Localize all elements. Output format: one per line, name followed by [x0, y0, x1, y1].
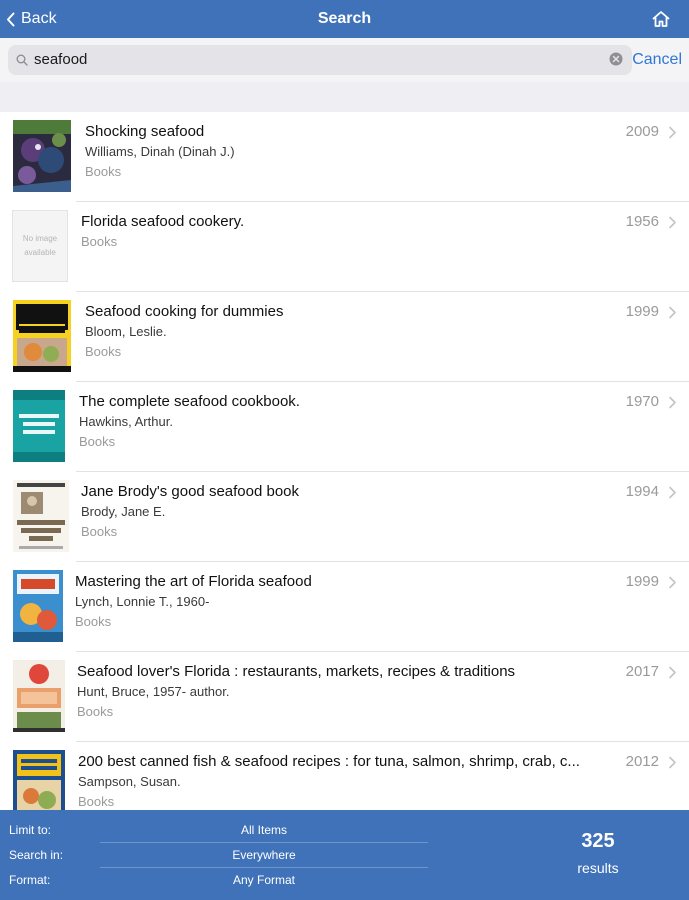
back-button[interactable]: Back	[6, 0, 57, 38]
list-item[interactable]: The complete seafood cookbook. Hawkins, …	[0, 382, 689, 472]
item-author: Brody, Jane E.	[81, 504, 166, 519]
limit-label: Limit to:	[9, 823, 52, 837]
chevron-right-icon	[669, 126, 676, 139]
book-cover	[13, 120, 71, 192]
results-list: Shocking seafood Williams, Dinah (Dinah …	[0, 112, 689, 810]
book-cover	[13, 570, 63, 642]
item-title: Seafood cooking for dummies	[85, 303, 284, 320]
book-cover	[13, 660, 65, 732]
item-format: Books	[85, 164, 122, 179]
list-item[interactable]: Jane Brody's good seafood book Brody, Ja…	[0, 472, 689, 562]
format-value[interactable]: Any Format	[100, 868, 428, 893]
search-icon	[16, 54, 28, 66]
item-format: Books	[85, 344, 122, 359]
item-title: 200 best canned fish & seafood recipes :…	[78, 753, 580, 770]
book-cover	[13, 480, 69, 552]
item-format: Books	[81, 234, 118, 249]
list-item[interactable]: Seafood cooking for dummies Bloom, Lesli…	[0, 292, 689, 382]
item-year: 1994	[625, 483, 659, 500]
list-item[interactable]: Mastering the art of Florida seafood Lyn…	[0, 562, 689, 652]
item-year: 1970	[625, 393, 659, 410]
list-item[interactable]: Shocking seafood Williams, Dinah (Dinah …	[0, 112, 689, 202]
item-format: Books	[79, 434, 116, 449]
chevron-right-icon	[669, 306, 676, 319]
nav-bar: Back Search	[0, 0, 689, 38]
item-title: Jane Brody's good seafood book	[81, 483, 300, 500]
list-item[interactable]: Seafood lover's Florida : restaurants, m…	[0, 652, 689, 742]
item-format: Books	[81, 524, 118, 539]
list-item[interactable]: 200 best canned fish & seafood recipes :…	[0, 742, 689, 810]
item-year: 2012	[625, 753, 659, 770]
item-author: Bloom, Leslie.	[85, 324, 167, 339]
list-item[interactable]: No image available Florida seafood cooker…	[0, 202, 689, 292]
item-year: 1956	[625, 213, 659, 230]
book-cover	[13, 750, 65, 810]
item-year: 1999	[625, 573, 659, 590]
item-year: 1999	[625, 303, 659, 320]
chevron-left-icon	[7, 12, 15, 26]
page-title: Search	[317, 10, 372, 27]
search-field[interactable]	[8, 45, 632, 75]
cancel-button[interactable]: Cancel	[632, 38, 682, 82]
chevron-right-icon	[669, 486, 676, 499]
clear-icon[interactable]	[609, 52, 623, 66]
item-author: Hunt, Bruce, 1957- author.	[77, 684, 230, 699]
searchin-label: Search in:	[9, 848, 64, 862]
format-label: Format:	[9, 873, 51, 887]
filter-footer: Limit to: All Items Search in: Everywher…	[0, 810, 689, 900]
chevron-right-icon	[669, 396, 676, 409]
item-title: Florida seafood cookery.	[81, 213, 245, 230]
item-title: Shocking seafood	[85, 123, 205, 140]
item-title: Seafood lover's Florida : restaurants, m…	[77, 663, 516, 680]
results-count: 325	[581, 830, 615, 852]
limit-value[interactable]: All Items	[100, 818, 428, 843]
results-count-label: results	[577, 860, 619, 876]
item-title: Mastering the art of Florida seafood	[75, 573, 312, 590]
home-icon[interactable]	[651, 9, 671, 29]
chevron-right-icon	[669, 576, 676, 589]
book-cover	[13, 300, 71, 372]
search-bar: Cancel	[0, 38, 689, 82]
item-author: Sampson, Susan.	[78, 774, 181, 789]
no-image-text: available	[24, 248, 56, 257]
item-author: Hawkins, Arthur.	[79, 414, 173, 429]
item-format: Books	[77, 704, 114, 719]
chevron-right-icon	[669, 216, 676, 229]
item-format: Books	[78, 794, 115, 809]
item-author: Williams, Dinah (Dinah J.)	[85, 144, 235, 159]
item-year: 2017	[625, 663, 659, 680]
no-image-text: No image	[22, 234, 58, 243]
search-input[interactable]	[34, 45, 594, 75]
book-cover	[13, 390, 65, 462]
item-author: Lynch, Lonnie T., 1960-	[75, 594, 210, 609]
item-format: Books	[75, 614, 112, 629]
item-title: The complete seafood cookbook.	[79, 393, 300, 410]
no-image-placeholder: No image available	[12, 210, 68, 282]
chevron-right-icon	[669, 666, 676, 679]
back-label: Back	[21, 10, 57, 27]
item-year: 2009	[625, 123, 659, 140]
section-spacer	[0, 82, 689, 112]
searchin-value[interactable]: Everywhere	[100, 843, 428, 868]
chevron-right-icon	[669, 756, 676, 769]
